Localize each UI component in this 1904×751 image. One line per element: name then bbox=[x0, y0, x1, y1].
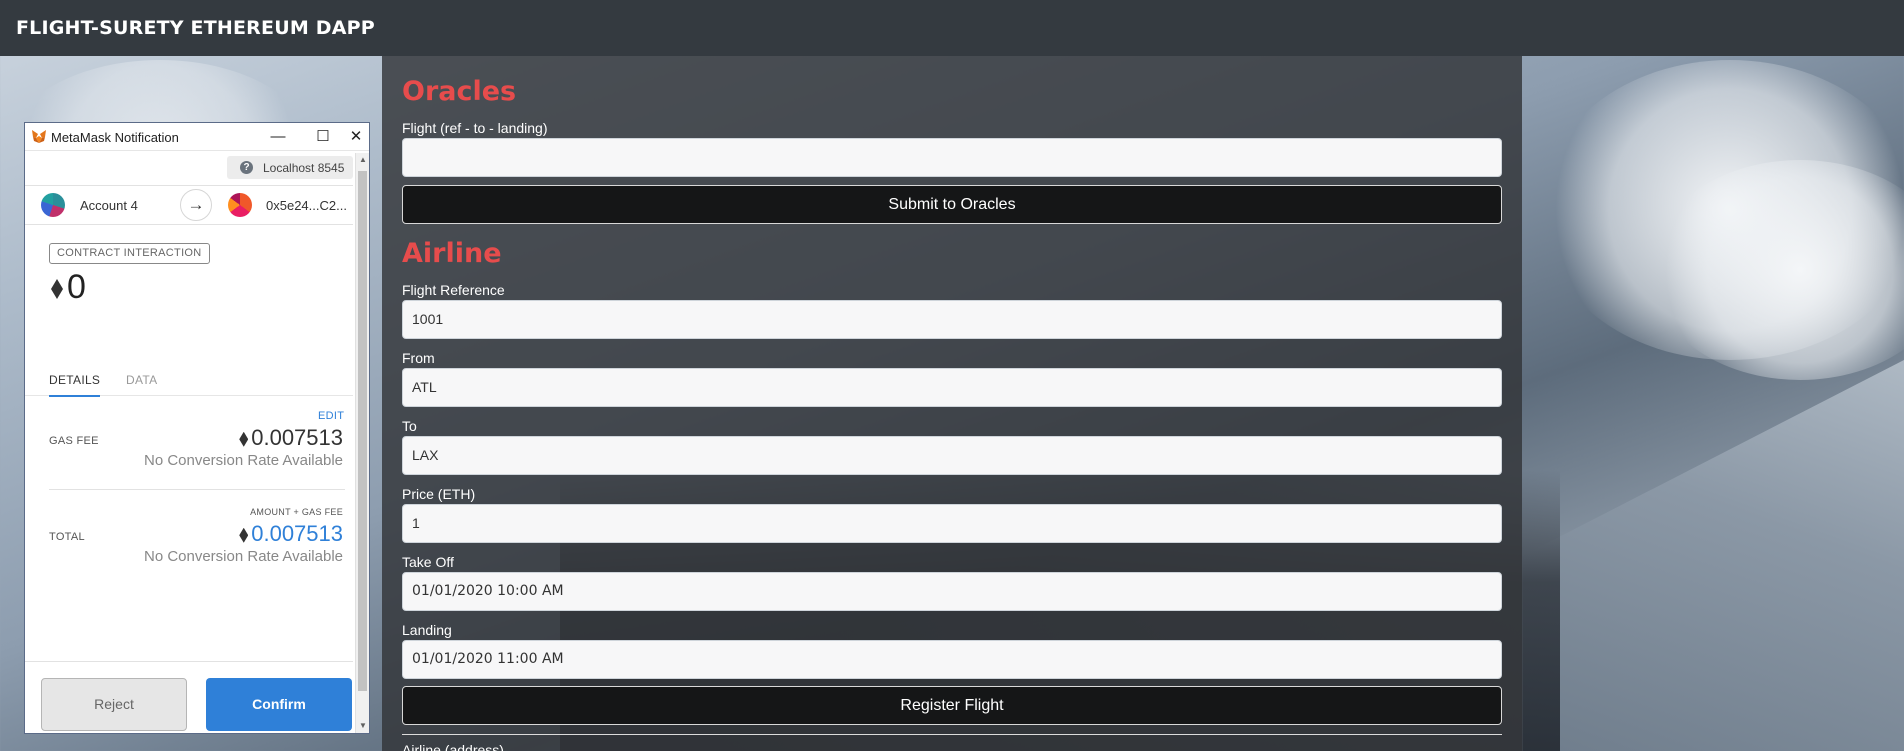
submit-to-oracles-button[interactable]: Submit to Oracles bbox=[402, 185, 1502, 224]
navbar: FLIGHT-SURETY ETHEREUM DAPP bbox=[0, 0, 1904, 56]
airplane-wing-image bbox=[1523, 360, 1904, 751]
details-tabs: DETAILS DATA bbox=[25, 363, 353, 397]
section-divider bbox=[402, 734, 1502, 735]
total-label: TOTAL bbox=[49, 531, 85, 543]
register-flight-button[interactable]: Register Flight bbox=[402, 686, 1502, 725]
oracles-title: Oracles bbox=[402, 76, 517, 107]
to-account-avatar bbox=[228, 193, 252, 217]
scrollbar-thumb[interactable] bbox=[358, 171, 367, 691]
close-icon[interactable]: ✕ bbox=[345, 126, 367, 148]
from-label: From bbox=[402, 350, 435, 366]
eth-icon bbox=[239, 527, 249, 543]
app-brand[interactable]: FLIGHT-SURETY ETHEREUM DAPP bbox=[16, 17, 375, 39]
minimize-icon[interactable]: — bbox=[267, 126, 289, 148]
reject-button[interactable]: Reject bbox=[41, 678, 187, 731]
to-input[interactable]: LAX bbox=[402, 436, 1502, 475]
total-amount: 0.007513 bbox=[251, 521, 343, 546]
from-account-name: Account 4 bbox=[80, 198, 138, 213]
takeoff-datetime-input[interactable]: 01/01/2020 10:00 AM bbox=[402, 572, 1502, 611]
edit-gas-link[interactable]: EDIT bbox=[318, 410, 344, 422]
gas-fee-conversion: No Conversion Rate Available bbox=[143, 452, 343, 469]
price-input[interactable]: 1 bbox=[402, 504, 1502, 543]
confirm-button[interactable]: Confirm bbox=[206, 678, 352, 731]
scroll-down-icon[interactable]: ▼ bbox=[356, 719, 370, 733]
action-footer: Reject Confirm bbox=[25, 661, 353, 733]
oracle-flight-input[interactable] bbox=[402, 138, 1502, 177]
to-label: To bbox=[402, 418, 417, 434]
network-indicator[interactable]: ? Localhost 8545 bbox=[227, 156, 353, 179]
eth-icon bbox=[239, 431, 249, 447]
tab-details[interactable]: DETAILS bbox=[49, 373, 101, 397]
amount-value: 0 bbox=[67, 268, 86, 306]
price-label: Price (ETH) bbox=[402, 486, 476, 502]
metamask-fox-icon bbox=[32, 130, 46, 143]
window-title: MetaMask Notification bbox=[51, 130, 179, 145]
amount-gas-fee-label: AMOUNT + GAS FEE bbox=[250, 507, 343, 517]
account-row: Account 4 → 0x5e24...C2... bbox=[25, 185, 353, 225]
tab-data[interactable]: DATA bbox=[126, 373, 157, 387]
metamask-notification-window: MetaMask Notification — ☐ ✕ ? Localhost … bbox=[24, 122, 370, 734]
landing-label: Landing bbox=[402, 622, 452, 638]
from-account-avatar bbox=[41, 193, 65, 217]
flight-reference-input[interactable]: 1001 bbox=[402, 300, 1502, 339]
total-value: 0.007513 bbox=[239, 521, 343, 547]
divider bbox=[49, 489, 345, 490]
to-account-address: 0x5e24...C2... bbox=[266, 198, 347, 213]
scroll-up-icon[interactable]: ▲ bbox=[356, 153, 370, 167]
help-icon: ? bbox=[240, 161, 253, 174]
takeoff-label: Take Off bbox=[402, 554, 454, 570]
network-name: Localhost 8545 bbox=[263, 161, 345, 175]
from-input[interactable]: ATL bbox=[402, 368, 1502, 407]
maximize-icon[interactable]: ☐ bbox=[312, 126, 334, 148]
total-conversion: No Conversion Rate Available bbox=[143, 548, 343, 565]
gas-fee-label: GAS FEE bbox=[49, 435, 99, 447]
arrow-right-icon: → bbox=[180, 189, 212, 221]
transaction-amount: 0 bbox=[51, 268, 86, 307]
window-titlebar: MetaMask Notification — ☐ ✕ bbox=[25, 123, 369, 151]
landing-datetime-input[interactable]: 01/01/2020 11:00 AM bbox=[402, 640, 1502, 679]
scrollbar[interactable]: ▲ ▼ bbox=[355, 153, 369, 733]
gas-fee-amount: 0.007513 bbox=[251, 425, 343, 450]
airline-title: Airline bbox=[402, 238, 502, 269]
flight-reference-label: Flight Reference bbox=[402, 282, 505, 298]
contract-interaction-badge: CONTRACT INTERACTION bbox=[49, 243, 210, 264]
flight-label: Flight (ref - to - landing) bbox=[402, 120, 548, 136]
main-panel: Oracles Flight (ref - to - landing) Subm… bbox=[382, 56, 1522, 751]
airline-address-label: Airline (address) bbox=[402, 742, 504, 751]
eth-icon bbox=[51, 279, 63, 300]
gas-fee-value: 0.007513 bbox=[239, 425, 343, 451]
